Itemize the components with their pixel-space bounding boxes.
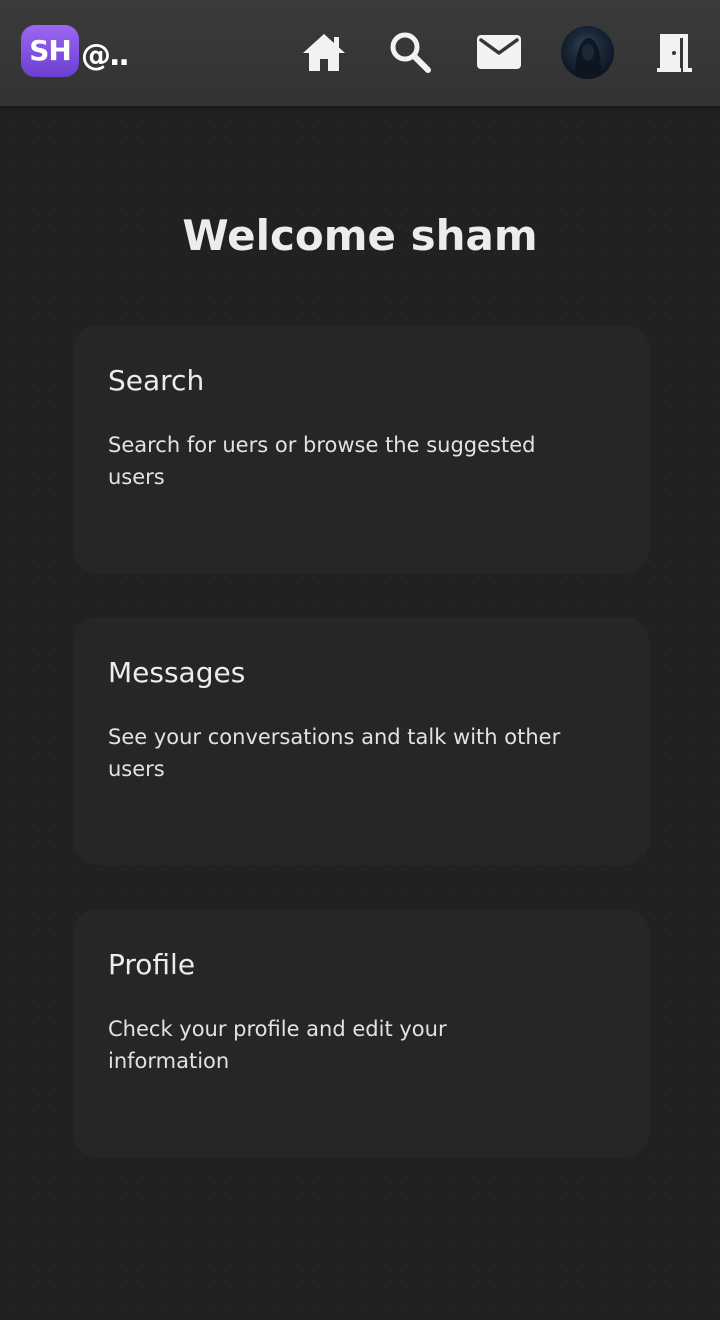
search-card-description: Search for uers or browse the suggested … (108, 433, 536, 489)
logout-door-icon[interactable] (650, 28, 698, 76)
profile-card-title: Profile (108, 948, 196, 981)
logo-badge: SH (21, 25, 79, 77)
profile-card-description: Check your profile and edit your informa… (108, 1017, 447, 1073)
logo-at-symbol: @.. (81, 38, 130, 73)
profile-avatar-image (560, 25, 614, 79)
mail-icon[interactable] (475, 28, 523, 76)
messages-card-title: Messages (108, 656, 246, 689)
page-title: Welcome sham (182, 211, 538, 260)
search-card[interactable]: Search Search for uers or browse the sug… (73, 325, 649, 573)
messages-card[interactable]: Messages See your conversations and talk… (73, 617, 649, 865)
search-card-title: Search (108, 364, 205, 397)
home-icon[interactable] (300, 28, 348, 76)
profile-card[interactable]: Profile Check your profile and edit your… (73, 909, 649, 1157)
app-logo[interactable]: SH @.. (21, 25, 130, 85)
messages-card-description: See your conversations and talk with oth… (108, 725, 561, 781)
search-icon[interactable] (386, 28, 434, 76)
avatar[interactable] (560, 25, 614, 79)
top-nav-bar: SH @.. (0, 0, 720, 106)
